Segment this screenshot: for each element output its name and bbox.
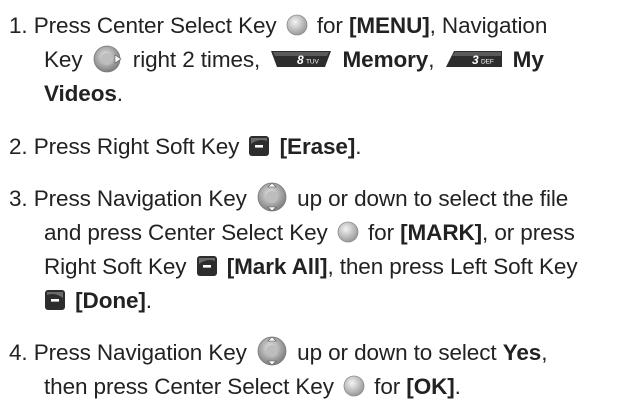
step-1-line-1: 1. Press Center Select Key for [MENU], N… — [9, 13, 548, 38]
step-1-line-3: Videos. — [44, 81, 123, 106]
step-number: 2. — [9, 134, 28, 159]
svg-text:DEF: DEF — [481, 59, 494, 66]
step-4-line-1: 4. Press Navigation Key up or down to se… — [9, 336, 547, 370]
instruction-page: 1. Press Center Select Key for [MENU], N… — [0, 0, 633, 399]
right-soft-key-icon — [248, 135, 270, 157]
step-2-line-1: 2. Press Right Soft Key [Erase]. — [9, 134, 362, 159]
svg-text:TUV: TUV — [306, 59, 319, 66]
step-3-line-1: 3. Press Navigation Key up or down to se… — [9, 182, 568, 216]
8tuv-key-icon: 8 TUV — [269, 49, 333, 69]
step-number: 4. — [9, 340, 28, 365]
step-number: 1. — [9, 13, 28, 38]
step-3-line-2: and press Center Select Key for [MARK], … — [44, 220, 575, 245]
navigation-key-icon — [256, 181, 288, 213]
right-soft-key-icon — [196, 255, 218, 277]
step-4-line-2: then press Center Select Key for [OK]. — [44, 374, 461, 399]
svg-text:3: 3 — [472, 53, 479, 67]
center-select-key-icon — [343, 375, 365, 397]
step-3-line-4: [Done]. — [44, 284, 152, 318]
center-select-key-icon — [286, 14, 308, 36]
step-3-line-3: Right Soft Key [Mark All], then press Le… — [44, 254, 578, 279]
3def-key-icon: 3 DEF — [444, 49, 504, 69]
navigation-key-icon — [256, 335, 288, 367]
step-1-line-2: Key right 2 times, 8 TUV Memory, 3 DEF My — [44, 43, 544, 77]
svg-text:8: 8 — [297, 53, 304, 67]
step-number: 3. — [9, 186, 28, 211]
center-select-key-icon — [337, 221, 359, 243]
left-soft-key-icon — [44, 289, 66, 311]
navigation-right-key-icon — [92, 44, 124, 74]
